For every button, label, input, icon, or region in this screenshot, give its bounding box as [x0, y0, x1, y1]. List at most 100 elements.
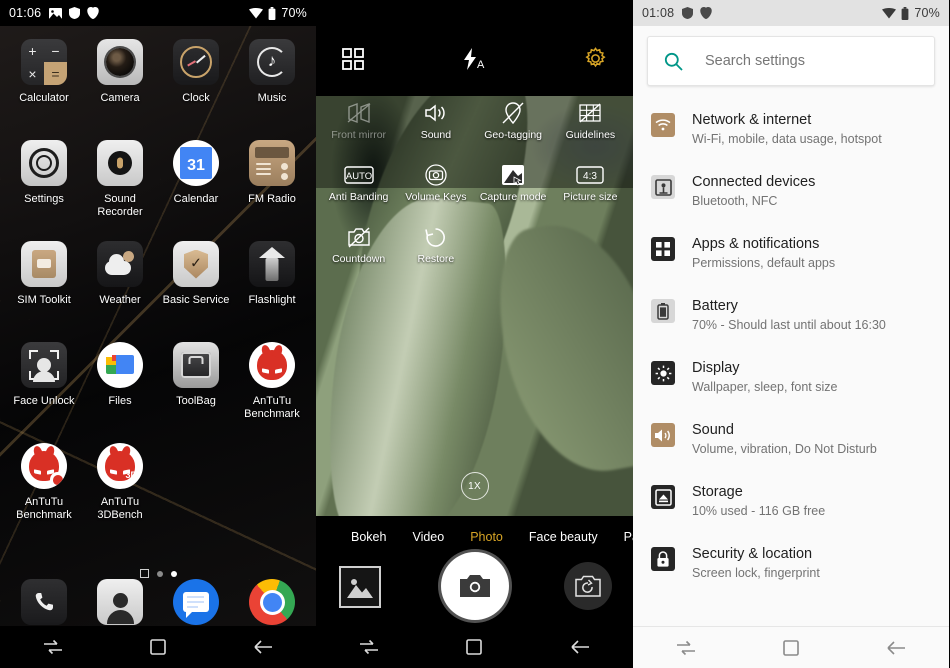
settings-nav-bar	[633, 626, 949, 668]
app-label: Calendar	[173, 193, 219, 205]
page-overview-icon[interactable]	[139, 569, 149, 578]
app-label: Files	[108, 395, 132, 407]
app-fm-radio[interactable]: FM Radio	[234, 131, 310, 232]
status-right-icons: 70%	[249, 6, 307, 20]
app-calculator[interactable]: + − × = Calculator	[6, 30, 82, 131]
camera-setting-picture-size[interactable]: 4:3 Picture size	[552, 158, 629, 220]
svg-text:A: A	[477, 59, 485, 71]
camera-setting-capture-mode[interactable]: Capture mode	[475, 158, 552, 220]
home-status-bar: 01:06 70%	[0, 0, 316, 26]
picture-size-icon: 4:3	[576, 162, 605, 188]
app-weather[interactable]: Weather	[82, 232, 158, 333]
flash-auto-icon[interactable]: A	[460, 47, 488, 76]
status-time: 01:08	[642, 6, 675, 20]
app-calendar[interactable]: 31 Calendar	[158, 131, 234, 232]
camera-setting-sound[interactable]: Sound	[397, 96, 474, 158]
settings-item-display[interactable]: Display Wallpaper, sleep, font size	[633, 346, 949, 408]
settings-item-title: Network & internet	[692, 112, 812, 128]
app-antutu-3dbench[interactable]: 3D AnTuTu 3DBench	[82, 434, 158, 535]
settings-item-connected-devices[interactable]: Connected devices Bluetooth, NFC	[633, 160, 949, 222]
back-icon[interactable]	[240, 630, 286, 664]
camera-setting-label: Guidelines	[565, 129, 616, 141]
battery-icon	[651, 299, 675, 323]
sound-on-icon	[424, 100, 448, 126]
camera-mode-panorama[interactable]: Panorama	[624, 530, 633, 544]
camera-mode-video[interactable]: Video	[412, 530, 444, 544]
app-face-unlock[interactable]: Face Unlock	[6, 333, 82, 434]
apps-icon	[651, 237, 675, 261]
back-icon[interactable]	[873, 631, 919, 665]
recents-icon[interactable]	[346, 630, 392, 664]
svg-text:4:3: 4:3	[583, 171, 597, 182]
camera-mode-face-beauty[interactable]: Face beauty	[529, 530, 598, 544]
app-sim-toolkit[interactable]: SIM Toolkit	[6, 232, 82, 333]
messages-icon[interactable]	[173, 579, 219, 625]
camera-setting-anti-banding[interactable]: AUTO Anti Banding	[320, 158, 397, 220]
app-label: Settings	[24, 193, 64, 205]
grid-icon[interactable]	[342, 47, 364, 75]
switch-camera-button[interactable]	[564, 562, 612, 610]
weather-icon	[97, 241, 143, 287]
recents-icon[interactable]	[663, 631, 709, 665]
camera-setting-front-mirror[interactable]: Front mirror	[320, 96, 397, 158]
contacts-icon[interactable]	[97, 579, 143, 625]
camera-setting-label: Anti Banding	[328, 191, 389, 203]
antutu-icon	[249, 342, 295, 388]
restore-icon	[424, 224, 447, 250]
chrome-icon[interactable]	[249, 579, 295, 625]
camera-panel: A Front mirror Sound Geo-tagging Guideli…	[316, 0, 633, 668]
status-time: 01:06	[9, 6, 42, 20]
app-flashlight[interactable]: Flashlight	[234, 232, 310, 333]
camera-setting-restore[interactable]: Restore	[397, 220, 474, 282]
gear-icon[interactable]	[584, 47, 607, 75]
shutter-button[interactable]	[440, 552, 509, 620]
svg-text:AUTO: AUTO	[346, 171, 372, 182]
home-icon[interactable]	[451, 630, 497, 664]
zoom-level-badge[interactable]: 1X	[460, 472, 489, 500]
app-camera[interactable]: Camera	[82, 30, 158, 131]
page-dot-active[interactable]	[170, 570, 177, 577]
settings-panel: 01:08 70% Search settings Network & inte…	[633, 0, 949, 668]
app-settings[interactable]: Settings	[6, 131, 82, 232]
app-antutu-benchmark[interactable]: AnTuTu Benchmark	[234, 333, 310, 434]
basic-service-icon	[173, 241, 219, 287]
app-music[interactable]: Music	[234, 30, 310, 131]
app-antutu-benchmark-2[interactable]: AnTuTu Benchmark	[6, 434, 82, 535]
app-toolbag[interactable]: ToolBag	[158, 333, 234, 434]
page-dot[interactable]	[156, 570, 163, 577]
gallery-thumbnail-button[interactable]	[339, 566, 381, 608]
app-basic-service[interactable]: Basic Service	[158, 232, 234, 333]
app-label: Basic Service	[162, 294, 230, 306]
search-settings-wrap: Search settings	[647, 36, 935, 86]
settings-item-security-location[interactable]: Security & location Screen lock, fingerp…	[633, 532, 949, 594]
search-input[interactable]: Search settings	[647, 36, 935, 86]
home-nav-bar	[0, 626, 316, 668]
settings-item-apps-notifications[interactable]: Apps & notifications Permissions, defaul…	[633, 222, 949, 284]
app-files[interactable]: Files	[82, 333, 158, 434]
settings-item-subtitle: Volume, vibration, Do Not Disturb	[692, 442, 877, 456]
settings-item-sound[interactable]: Sound Volume, vibration, Do Not Disturb	[633, 408, 949, 470]
home-screen-panel: 01:06 70% + − × = Calculator Camera Cloc…	[0, 0, 316, 668]
app-clock[interactable]: Clock	[158, 30, 234, 131]
app-sound-recorder[interactable]: Sound Recorder	[82, 131, 158, 232]
front-mirror-off-icon	[347, 100, 371, 126]
display-icon	[651, 361, 675, 385]
settings-item-storage[interactable]: Storage 10% used - 116 GB free	[633, 470, 949, 532]
phone-icon[interactable]	[21, 579, 67, 625]
calendar-icon: 31	[173, 140, 219, 186]
camera-mode-bokeh[interactable]: Bokeh	[351, 530, 386, 544]
camera-setting-guidelines[interactable]: Guidelines	[552, 96, 629, 158]
camera-setting-volume-keys[interactable]: Volume Keys	[397, 158, 474, 220]
camera-setting-geo-tagging[interactable]: Geo-tagging	[475, 96, 552, 158]
camera-mode-photo[interactable]: Photo	[470, 530, 503, 544]
toolbag-icon	[173, 342, 219, 388]
home-icon[interactable]	[768, 631, 814, 665]
recents-icon[interactable]	[30, 630, 76, 664]
camera-setting-countdown[interactable]: Countdown	[320, 220, 397, 282]
settings-item-battery[interactable]: Battery 70% - Should last until about 16…	[633, 284, 949, 346]
calc-plus: +	[28, 42, 37, 59]
home-icon[interactable]	[135, 630, 181, 664]
back-icon[interactable]	[557, 630, 603, 664]
settings-item-network-internet[interactable]: Network & internet Wi-Fi, mobile, data u…	[633, 98, 949, 160]
app-label: AnTuTu 3DBench	[97, 496, 143, 521]
